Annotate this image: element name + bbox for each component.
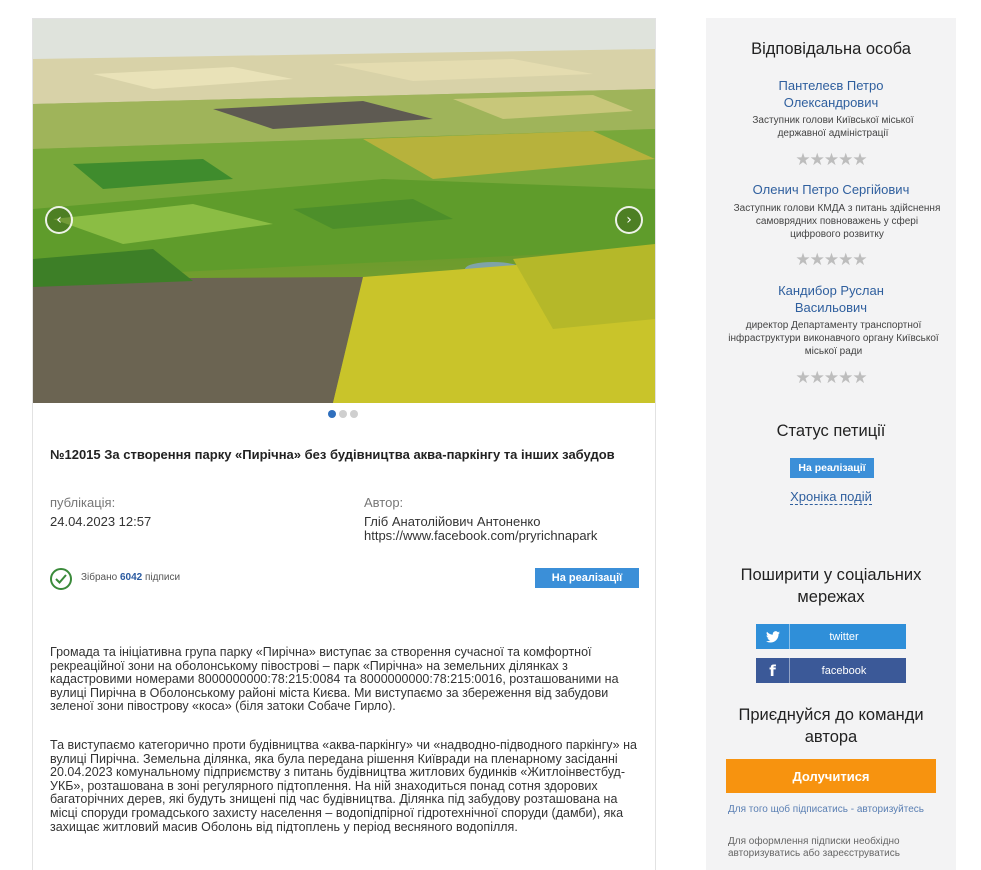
carousel-dot[interactable]	[350, 410, 358, 418]
join-heading: Приєднуйся до команди автора	[738, 706, 924, 746]
join-button[interactable]: Долучитися	[726, 759, 936, 793]
collected-suffix: підписи	[145, 572, 181, 583]
status-badge: На реалізації	[790, 458, 874, 478]
publication-label: публікація:	[50, 495, 116, 510]
publication-date: 24.04.2023 12:57	[50, 514, 152, 529]
petition-card: ‹ › №12015 За створення парку «Пирічна» …	[32, 18, 656, 870]
author-name: Гліб Анатолійович Антоненко	[364, 514, 541, 529]
check-icon	[50, 568, 72, 590]
rating-stars[interactable]: ★★★★★	[706, 150, 956, 170]
petition-text-paragraph-2: Та виступаємо категорично проти будівниц…	[50, 738, 637, 834]
twitter-icon	[756, 624, 790, 649]
subscription-auth-note: Для оформлення підписки необхідно автори…	[728, 836, 900, 859]
twitter-label: twitter	[829, 630, 859, 643]
sign-auth-note[interactable]: Для того щоб підписатись - авторизуйтесь	[728, 804, 943, 816]
person-role: директор Департаменту транспортної інфра…	[728, 320, 939, 357]
person-name[interactable]: Оленич Петро Сергійович	[706, 181, 956, 198]
person-role: Заступник голови КМДА з питань здійсненн…	[733, 203, 941, 240]
facebook-label: facebook	[821, 664, 867, 677]
twitter-share-button[interactable]: twitter	[756, 624, 906, 649]
person-name[interactable]: Кандибор Руслан Васильович	[756, 282, 906, 316]
author-link[interactable]: https://www.facebook.com/pryrichnapark	[364, 528, 597, 543]
sidebar: Відповідальна особа Пантелеєв Петро Олек…	[706, 18, 956, 870]
signatures-count: 6042	[119, 572, 143, 583]
person-role: Заступник голови Київської міської держа…	[752, 115, 914, 139]
carousel-dots	[328, 410, 358, 418]
chronicle-link[interactable]: Хроніка подій	[706, 489, 956, 505]
chevron-right-icon[interactable]: ›	[615, 206, 643, 234]
landscape-image	[33, 19, 655, 403]
share-heading: Поширити у соціальних мережах	[740, 566, 922, 606]
rating-stars[interactable]: ★★★★★	[706, 368, 956, 388]
petition-photo	[33, 19, 655, 403]
author-label: Автор:	[364, 495, 404, 510]
petition-text-paragraph-1: Громада та ініціативна група парку «Пирі…	[50, 645, 619, 714]
status-button[interactable]: На реалізації	[535, 568, 639, 588]
status-heading: Статус петиції	[776, 422, 886, 440]
person-name[interactable]: Пантелеєв Петро Олександрович	[756, 77, 906, 111]
carousel-dot[interactable]	[339, 410, 347, 418]
collected-prefix: Зібрано	[81, 572, 118, 583]
facebook-share-button[interactable]: f facebook	[756, 658, 906, 683]
chevron-left-icon[interactable]: ‹	[45, 206, 73, 234]
rating-stars[interactable]: ★★★★★	[706, 250, 956, 270]
carousel-dot[interactable]	[328, 410, 336, 418]
facebook-icon: f	[756, 658, 790, 683]
responsible-heading: Відповідальна особа	[751, 40, 911, 58]
signatures-collected: Зібрано 6042 підписи	[81, 572, 180, 583]
petition-title: №12015 За створення парку «Пирічна» без …	[50, 447, 615, 462]
chronicle-link-label[interactable]: Хроніка подій	[790, 489, 872, 505]
